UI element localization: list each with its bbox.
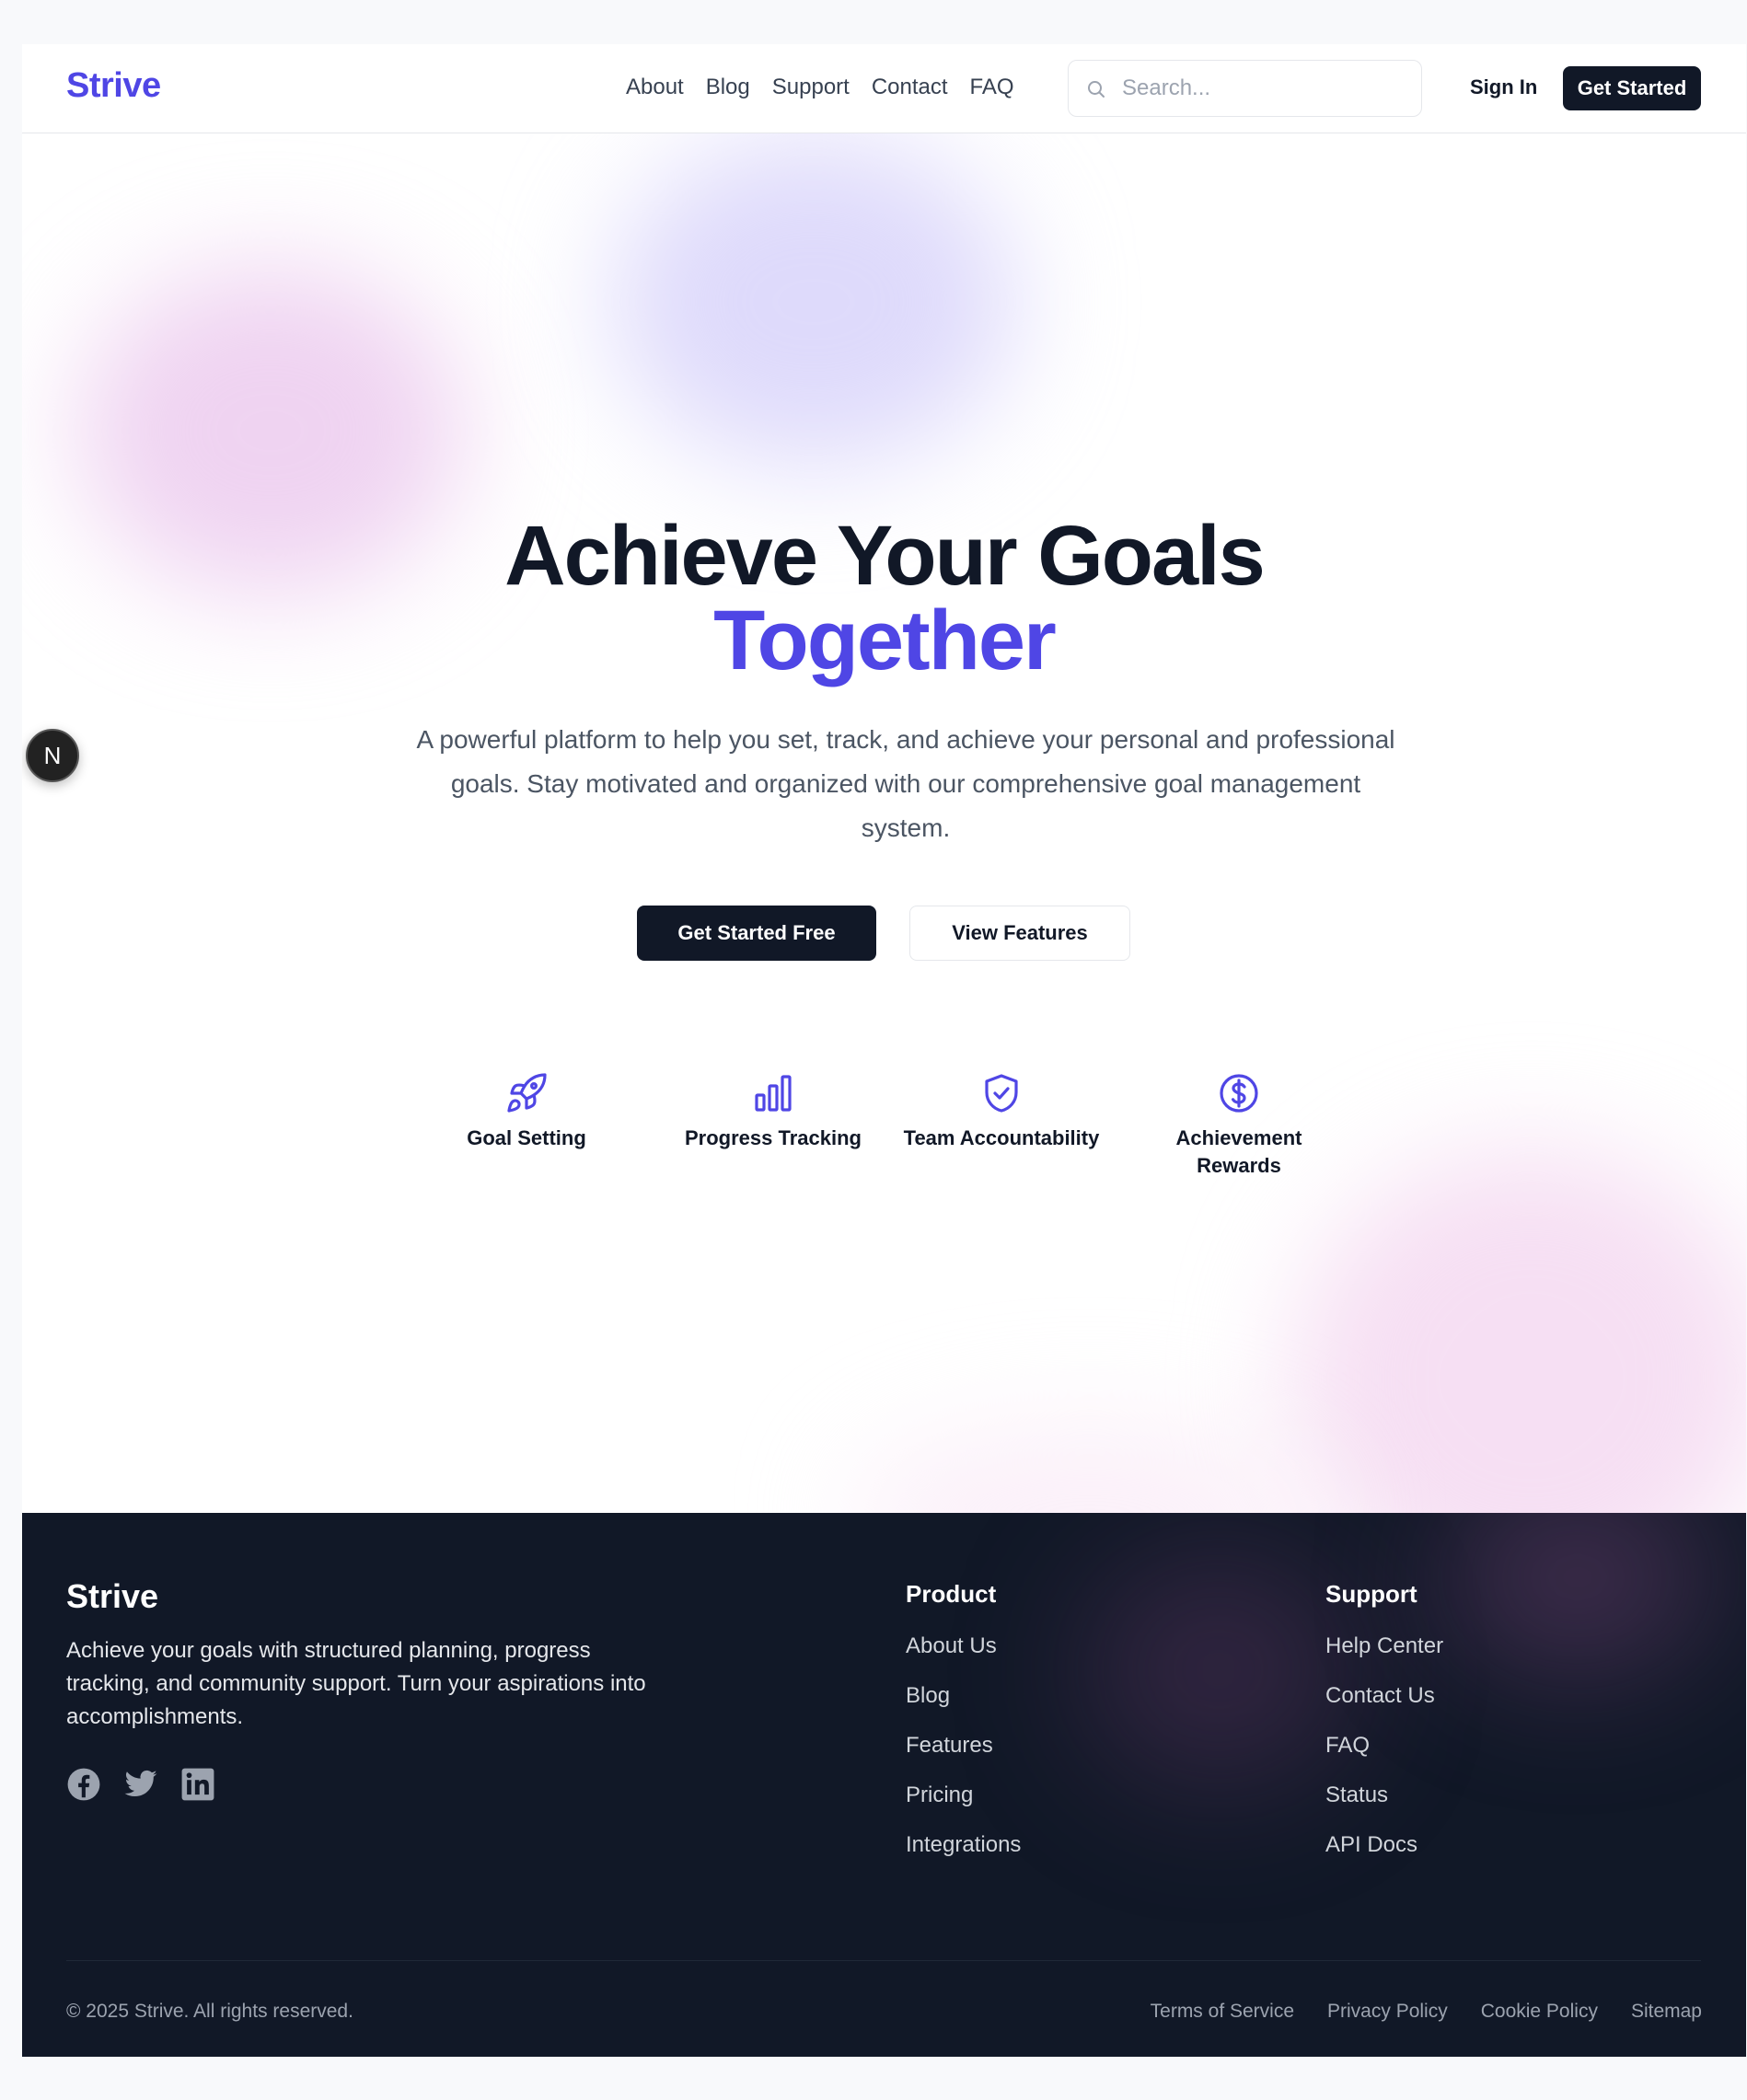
shield-check-icon — [985, 1074, 1018, 1113]
nav-link-contact[interactable]: Contact — [872, 72, 948, 103]
footer-link-faq[interactable]: FAQ — [1325, 1732, 1443, 1760]
dollar-circle-icon — [1220, 1074, 1258, 1113]
site-header: Strive About Blog Support Contact FAQ Si… — [22, 44, 1746, 133]
footer-column-title: Product — [906, 1580, 997, 1608]
main-nav: About Blog Support Contact FAQ — [626, 72, 1014, 103]
legal-link-privacy[interactable]: Privacy Policy — [1327, 2001, 1448, 2023]
footer-link-api-docs[interactable]: API Docs — [1325, 1831, 1443, 1859]
footer-link-pricing[interactable]: Pricing — [906, 1782, 1021, 1809]
hero-title: Achieve Your Goals — [504, 509, 1266, 603]
site-footer: Strive Achieve your goals with structure… — [22, 1513, 1746, 2057]
footer-link-features[interactable]: Features — [906, 1732, 1021, 1760]
footer-link-blog[interactable]: Blog — [906, 1682, 1021, 1710]
footer-glow — [1440, 1513, 1716, 1679]
footer-divider — [66, 1960, 1701, 1961]
legal-link-sitemap[interactable]: Sitemap — [1631, 2001, 1702, 2023]
nav-link-blog[interactable]: Blog — [706, 72, 750, 103]
footer-description: Achieve your goals with structured plann… — [66, 1638, 646, 1729]
feature-team-accountability: Team Accountability — [900, 1071, 1103, 1152]
footer-glow — [1081, 1550, 1357, 1789]
footer-link-about-us[interactable]: About Us — [906, 1633, 1021, 1660]
social-links — [66, 1767, 215, 1802]
hero-glow-violet — [611, 136, 1016, 467]
get-started-free-button[interactable]: Get Started Free — [637, 906, 876, 961]
nav-link-support[interactable]: Support — [772, 72, 850, 103]
legal-link-cookie[interactable]: Cookie Policy — [1481, 2001, 1598, 2023]
legal-links: Terms of Service Privacy Policy Cookie P… — [1151, 2001, 1702, 2023]
footer-column-title: Support — [1325, 1580, 1417, 1608]
feature-label: Goal Setting — [467, 1126, 586, 1149]
linkedin-icon[interactable] — [180, 1767, 215, 1802]
feature-progress-tracking: Progress Tracking — [663, 1071, 884, 1152]
footer-link-help-center[interactable]: Help Center — [1325, 1633, 1443, 1660]
nav-link-faq[interactable]: FAQ — [970, 72, 1014, 103]
footer-logo[interactable]: Strive — [66, 1577, 158, 1616]
footer-column-support: Support Help Center Contact Us FAQ Statu… — [1325, 1577, 1443, 1881]
bar-chart-icon — [755, 1075, 792, 1112]
feature-goal-setting: Goal Setting — [425, 1071, 628, 1152]
view-features-button[interactable]: View Features — [909, 906, 1130, 961]
feature-label: Progress Tracking — [685, 1126, 862, 1149]
hero-subtitle: A powerful platform to help you set, tra… — [416, 725, 1395, 842]
copyright-text: © 2025 Strive. All rights reserved. — [66, 2001, 353, 2022]
sign-in-button[interactable]: Sign In — [1470, 72, 1537, 103]
search-input[interactable] — [1122, 72, 1407, 105]
feature-achievement-rewards: Achievement Rewards — [1138, 1071, 1340, 1180]
feature-label: Achievement Rewards — [1175, 1126, 1302, 1177]
nav-link-about[interactable]: About — [626, 72, 684, 103]
search-icon — [1088, 81, 1105, 98]
footer-column-product: Product About Us Blog Features Pricing I… — [906, 1577, 1021, 1881]
page-frame: Strive About Blog Support Contact FAQ Si… — [22, 44, 1746, 2057]
rocket-icon — [507, 1073, 547, 1113]
legal-link-terms[interactable]: Terms of Service — [1151, 2001, 1294, 2023]
hero-title-accent: Together — [713, 594, 1057, 687]
dev-tools-badge[interactable]: N — [26, 729, 79, 782]
site-logo[interactable]: Strive — [66, 66, 161, 106]
feature-label: Team Accountability — [903, 1126, 1100, 1149]
search-box[interactable] — [1068, 60, 1422, 117]
facebook-icon[interactable] — [66, 1767, 101, 1802]
footer-link-integrations[interactable]: Integrations — [906, 1831, 1021, 1859]
get-started-button[interactable]: Get Started — [1563, 66, 1701, 110]
twitter-icon[interactable] — [123, 1767, 158, 1802]
footer-link-contact-us[interactable]: Contact Us — [1325, 1682, 1443, 1710]
footer-link-status[interactable]: Status — [1325, 1782, 1443, 1809]
